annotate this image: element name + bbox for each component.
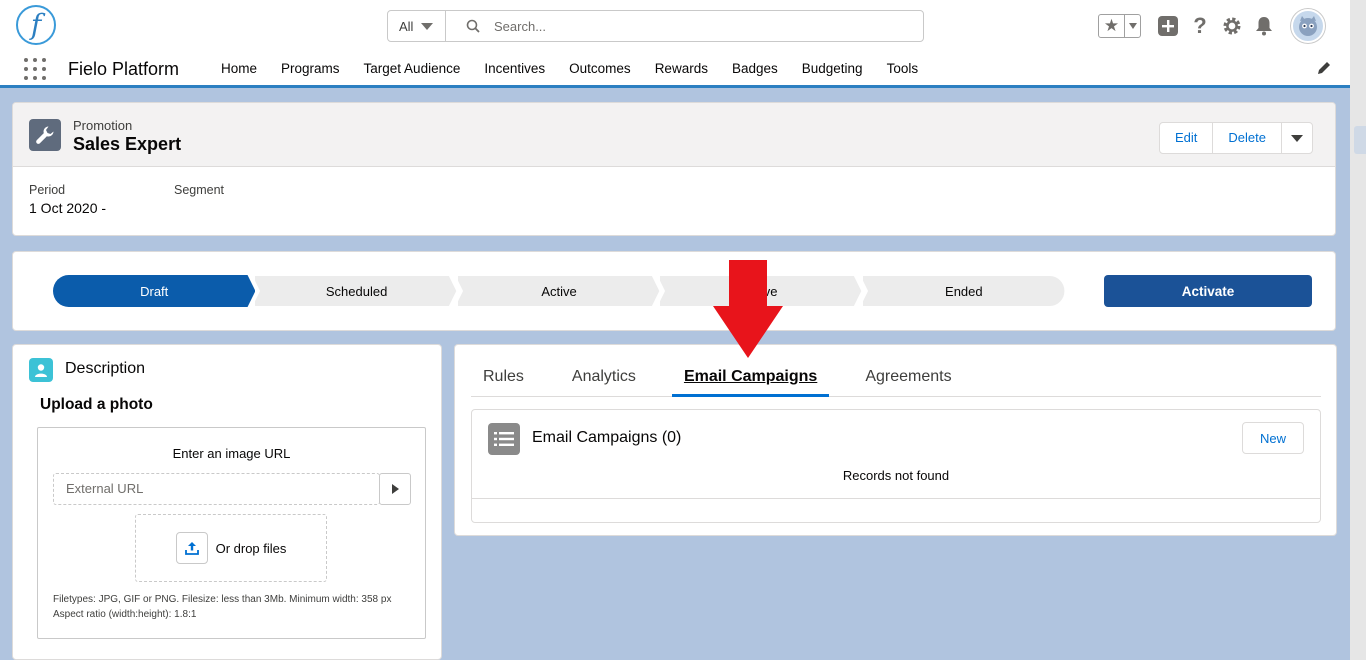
nav-item-rewards[interactable]: Rewards <box>643 50 720 88</box>
path-stage-label: Scheduled <box>325 283 388 299</box>
help-icon[interactable]: ? <box>1189 13 1211 38</box>
description-title: Description <box>65 360 146 377</box>
tab-email-campaigns[interactable]: Email Campaigns <box>671 359 830 397</box>
url-placeholder: External URL <box>66 481 144 496</box>
submit-url-play-icon[interactable] <box>379 473 411 505</box>
nav-item-target-audience[interactable]: Target Audience <box>352 50 473 88</box>
record-highlights-panel: Promotion Sales Expert Edit Delete Perio… <box>12 102 1336 236</box>
object-type-label: Promotion <box>73 118 133 133</box>
app-name: Fielo Platform <box>68 59 180 79</box>
nav-item-budgeting[interactable]: Budgeting <box>790 50 875 88</box>
path-stage-label: Active <box>541 283 577 299</box>
period-value: 1 Oct 2020 - <box>29 200 107 216</box>
segment-label: Segment <box>174 183 225 197</box>
path-stage-active[interactable]: Active <box>457 275 661 307</box>
path-stage-ended[interactable]: Ended <box>862 275 1066 307</box>
favorites-star-icon[interactable]: ★ <box>1099 15 1125 37</box>
edit-nav-pencil-icon[interactable] <box>1316 60 1332 76</box>
global-search: All Search... <box>387 10 924 42</box>
activate-button[interactable]: Activate <box>1104 275 1312 307</box>
search-scope-label: All <box>399 18 414 34</box>
favorites-menu-chevron-icon[interactable] <box>1125 23 1140 29</box>
help-line-2: Aspect ratio (width:height): 1.8:1 <box>53 609 197 620</box>
path-stage-draft[interactable]: Draft <box>53 275 256 307</box>
tab-bar: Rules Analytics Email Campaigns Agreemen… <box>471 359 1321 397</box>
status-path: Draft Scheduled Active tive Ended <box>53 275 1066 307</box>
page-scrollbar[interactable] <box>1350 0 1366 660</box>
related-list-footer <box>472 498 1320 499</box>
related-list-title: Email Campaigns (0) <box>532 429 682 446</box>
nav-item-programs[interactable]: Programs <box>269 50 352 88</box>
more-actions-chevron-icon[interactable] <box>1282 123 1312 153</box>
tab-rules[interactable]: Rules <box>471 359 536 396</box>
nav-item-tools[interactable]: Tools <box>875 50 931 88</box>
global-header: f All Search... ★ ? <box>0 0 1350 50</box>
search-scope-dropdown[interactable]: All <box>388 11 446 41</box>
description-card: Description Upload a photo Enter an imag… <box>12 344 442 660</box>
red-down-arrow-icon <box>713 260 783 358</box>
search-icon <box>466 19 480 33</box>
upload-help-text: Filetypes: JPG, GIF or PNG. Filesize: le… <box>53 592 391 622</box>
path-stage-scheduled[interactable]: Scheduled <box>255 275 458 307</box>
delete-button[interactable]: Delete <box>1213 123 1282 153</box>
image-url-label: Enter an image URL <box>172 446 291 461</box>
header-utility-icons: ★ ? <box>1098 9 1325 43</box>
setup-gear-icon[interactable] <box>1221 15 1243 37</box>
edit-button[interactable]: Edit <box>1160 123 1214 153</box>
path-stage-label: Ended <box>945 283 983 299</box>
nav-item-home[interactable]: Home <box>209 50 269 88</box>
add-icon[interactable] <box>1157 15 1179 37</box>
app-logo[interactable]: f <box>16 5 56 45</box>
record-title: Sales Expert <box>73 134 182 154</box>
favorites-button[interactable]: ★ <box>1098 14 1141 38</box>
nav-item-outcomes[interactable]: Outcomes <box>557 50 643 88</box>
nav-item-incentives[interactable]: Incentives <box>472 50 557 88</box>
app-launcher-icon[interactable] <box>24 58 46 80</box>
new-button[interactable]: New <box>1242 422 1304 454</box>
logo-letter: f <box>30 8 42 41</box>
utility-panel-tab[interactable] <box>1354 126 1366 154</box>
file-drop-zone[interactable]: Or drop files <box>135 514 327 582</box>
path-stage-label: Draft <box>140 283 169 299</box>
list-icon <box>488 423 520 455</box>
search-placeholder: Search... <box>494 18 547 34</box>
external-url-input[interactable]: External URL <box>53 473 380 505</box>
period-label: Period <box>29 183 66 197</box>
search-input[interactable]: Search... <box>446 11 923 41</box>
status-path-panel: Draft Scheduled Active tive Ended Activa… <box>12 251 1336 331</box>
wrench-icon <box>29 119 61 151</box>
empty-state-text: Records not found <box>842 468 950 483</box>
notifications-bell-icon[interactable] <box>1253 15 1275 37</box>
record-actions: Edit Delete <box>1159 122 1313 154</box>
user-avatar[interactable] <box>1291 9 1325 43</box>
highlight-fields: Period 1 Oct 2020 - Segment <box>13 167 1335 235</box>
nav-items: Home Programs Target Audience Incentives… <box>209 50 930 88</box>
tab-agreements[interactable]: Agreements <box>853 359 963 396</box>
tab-analytics[interactable]: Analytics <box>560 359 648 396</box>
help-line-1: Filetypes: JPG, GIF or PNG. Filesize: le… <box>53 594 392 605</box>
email-campaigns-related-list: Email Campaigns (0) New Records not foun… <box>471 409 1321 523</box>
chevron-down-icon <box>421 22 434 30</box>
drop-files-label: Or drop files <box>215 540 287 556</box>
contact-person-icon <box>29 358 53 382</box>
photo-upload-box: Enter an image URL External URL Or drop … <box>37 427 426 639</box>
related-tabs-card: Rules Analytics Email Campaigns Agreemen… <box>454 344 1337 536</box>
upload-photo-title: Upload a photo <box>40 396 153 413</box>
app-navigation-bar: Fielo Platform Home Programs Target Audi… <box>0 50 1350 88</box>
nav-item-badges[interactable]: Badges <box>720 50 790 88</box>
record-header: Promotion Sales Expert Edit Delete <box>13 103 1335 167</box>
upload-icon[interactable] <box>175 532 208 564</box>
